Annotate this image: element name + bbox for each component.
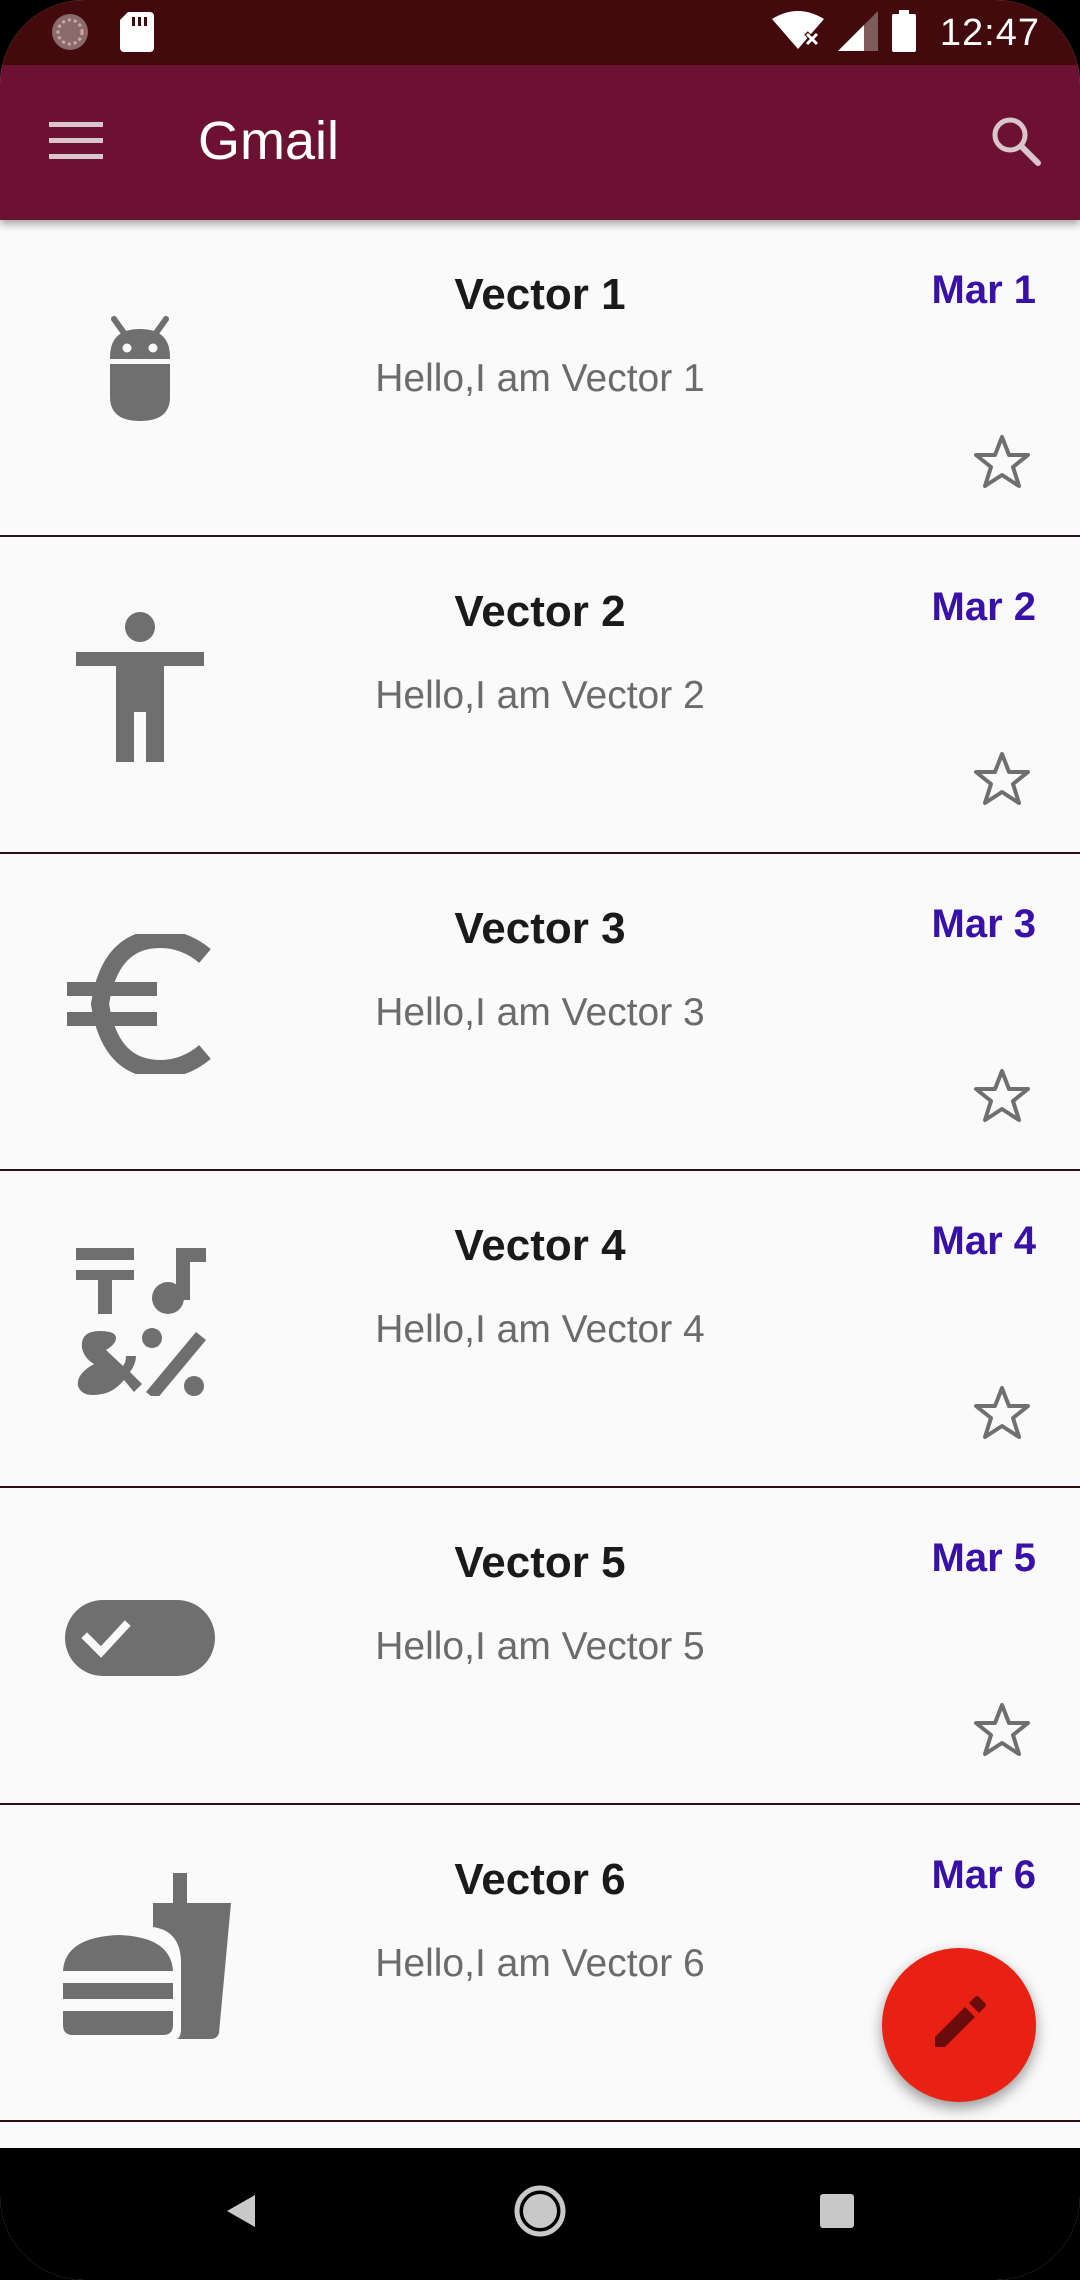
back-button[interactable] bbox=[206, 2178, 276, 2248]
mail-list-item[interactable]: Vector 1 Hello,I am Vector 1 Mar 1 bbox=[0, 220, 1080, 537]
wifi-icon bbox=[771, 10, 824, 56]
app-notification-icon bbox=[50, 12, 90, 57]
email-date: Mar 1 bbox=[931, 268, 1037, 312]
star-icon[interactable] bbox=[970, 430, 1034, 494]
signal-icon bbox=[837, 10, 878, 56]
star-icon[interactable] bbox=[970, 1698, 1034, 1762]
sd-card-icon bbox=[120, 12, 154, 57]
email-sender: Vector 1 bbox=[454, 270, 626, 319]
home-button[interactable] bbox=[505, 2178, 575, 2248]
recents-button[interactable] bbox=[802, 2178, 872, 2248]
menu-button[interactable] bbox=[40, 107, 112, 179]
email-sender: Vector 6 bbox=[454, 1855, 626, 1904]
app-title: Gmail bbox=[198, 111, 340, 171]
star-icon[interactable] bbox=[970, 1381, 1034, 1445]
email-preview: Hello,I am Vector 4 bbox=[375, 1308, 705, 1351]
email-preview: Hello,I am Vector 2 bbox=[375, 674, 705, 717]
status-time: 12:47 bbox=[939, 11, 1040, 54]
email-date: Mar 2 bbox=[931, 585, 1037, 629]
mail-list-item[interactable]: Vector 2 Hello,I am Vector 2 Mar 2 bbox=[0, 537, 1080, 854]
email-date: Mar 4 bbox=[931, 1219, 1037, 1263]
email-preview: Hello,I am Vector 3 bbox=[375, 991, 705, 1034]
battery-icon bbox=[891, 9, 916, 57]
mail-list-item[interactable]: Vector 5 Hello,I am Vector 5 Mar 5 bbox=[0, 1488, 1080, 1805]
app-bar: Gmail bbox=[0, 65, 1080, 220]
star-icon[interactable] bbox=[970, 747, 1034, 811]
email-sender: Vector 3 bbox=[454, 904, 626, 953]
star-icon[interactable] bbox=[970, 1064, 1034, 1128]
back-icon bbox=[221, 2191, 261, 2236]
mail-list-item[interactable]: Vector 3 Hello,I am Vector 3 Mar 3 bbox=[0, 854, 1080, 1171]
compose-button[interactable] bbox=[882, 1948, 1036, 2102]
status-right: 12:47 bbox=[771, 8, 1040, 58]
email-sender: Vector 4 bbox=[454, 1221, 626, 1270]
navigation-bar bbox=[0, 2148, 1080, 2280]
email-preview: Hello,I am Vector 1 bbox=[375, 357, 705, 400]
email-preview: Hello,I am Vector 5 bbox=[375, 1625, 705, 1668]
email-date: Mar 5 bbox=[931, 1536, 1037, 1580]
search-icon bbox=[990, 115, 1042, 172]
menu-icon bbox=[49, 121, 103, 165]
status-left bbox=[50, 12, 154, 57]
email-sender: Vector 5 bbox=[454, 1538, 626, 1587]
recents-icon bbox=[819, 2193, 855, 2234]
home-icon bbox=[513, 2184, 567, 2243]
status-bar: 12:47 bbox=[0, 0, 1080, 65]
edit-icon bbox=[931, 1995, 987, 2056]
mail-list: Vector 1 Hello,I am Vector 1 Mar 1 Vecto… bbox=[0, 220, 1080, 2162]
email-date: Mar 3 bbox=[931, 902, 1037, 946]
search-button[interactable] bbox=[980, 107, 1052, 179]
mail-list-item[interactable]: Vector 4 Hello,I am Vector 4 Mar 4 bbox=[0, 1171, 1080, 1488]
email-sender: Vector 2 bbox=[454, 587, 626, 636]
email-date: Mar 6 bbox=[931, 1853, 1037, 1897]
screen: 12:47 Gmail Vector 1 Hello,I am Vector 1… bbox=[0, 0, 1080, 2280]
